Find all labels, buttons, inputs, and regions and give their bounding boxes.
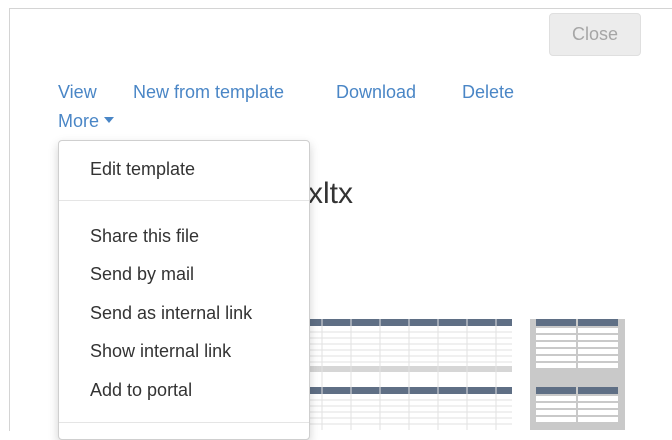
file-title: xltx (308, 177, 353, 210)
view-link[interactable]: View (58, 82, 97, 102)
menu-item-send-by-mail[interactable]: Send by mail (90, 263, 194, 285)
caret-down-icon (104, 117, 115, 124)
menu-item-add-to-portal[interactable]: Add to portal (90, 379, 192, 401)
close-button[interactable]: Close (549, 13, 641, 56)
menu-divider (59, 422, 309, 423)
menu-divider (59, 200, 309, 201)
menu-item-share-file[interactable]: Share this file (90, 225, 199, 247)
more-label: More (58, 111, 100, 131)
more-dropdown-toggle[interactable]: More (58, 111, 115, 131)
delete-link[interactable]: Delete (462, 82, 514, 102)
menu-item-send-internal-link[interactable]: Send as internal link (90, 302, 252, 324)
more-dropdown-menu: Edit template Share this file Send by ma… (58, 140, 310, 440)
new-from-template-link[interactable]: New from template (133, 82, 284, 102)
spreadsheet-thumbnail (290, 301, 625, 430)
download-link[interactable]: Download (336, 82, 416, 102)
menu-item-edit-template[interactable]: Edit template (90, 158, 195, 180)
spreadsheet-preview[interactable] (290, 301, 625, 430)
menu-item-show-internal-link[interactable]: Show internal link (90, 340, 231, 362)
